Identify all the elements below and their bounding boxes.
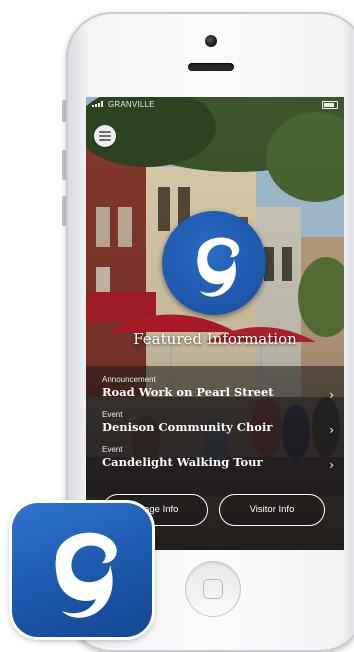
home-square-icon <box>203 579 223 599</box>
granville-app-icon <box>12 503 152 637</box>
granville-logo <box>162 211 266 315</box>
item-kind: Event <box>102 445 123 454</box>
front-camera <box>205 35 217 47</box>
chevron-right-icon: › <box>329 388 334 402</box>
list-item[interactable]: Announcement Road Work on Pearl Street › <box>86 374 344 410</box>
app-screen: GRANVILLE Featured Information Announcem… <box>86 97 344 550</box>
signal-bars-icon <box>92 100 108 109</box>
list-item[interactable]: Event Candelight Walking Tour › <box>86 444 344 480</box>
earpiece-speaker <box>188 63 234 71</box>
status-bar: GRANVILLE <box>86 97 344 113</box>
featured-information-title: Featured Information <box>133 330 297 348</box>
item-title: Candelight Walking Tour <box>102 455 263 469</box>
chevron-right-icon: › <box>329 423 334 437</box>
item-title: Denison Community Choir <box>102 420 273 434</box>
carrier-label: GRANVILLE <box>108 100 155 109</box>
menu-button[interactable] <box>94 125 116 147</box>
item-title: Road Work on Pearl Street <box>102 385 274 399</box>
g-logo-icon <box>55 532 117 618</box>
home-button[interactable] <box>185 561 241 617</box>
item-kind: Event <box>102 410 123 419</box>
g-logo-icon <box>197 237 240 297</box>
chevron-right-icon: › <box>329 458 334 472</box>
visitor-info-button[interactable]: Visitor Info <box>219 494 325 526</box>
item-kind: Announcement <box>102 375 156 384</box>
featured-list: Announcement Road Work on Pearl Street ›… <box>86 366 344 497</box>
carrier-name: GRANVILLE <box>92 100 155 109</box>
battery-icon <box>322 101 338 109</box>
list-item[interactable]: Event Denison Community Choir › <box>86 409 344 445</box>
